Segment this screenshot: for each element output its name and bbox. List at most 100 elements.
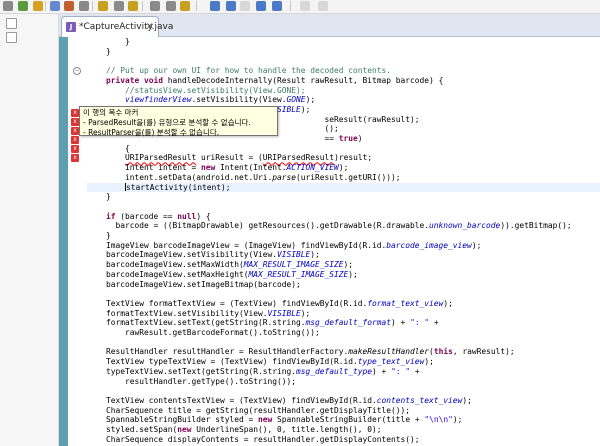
debug-icon[interactable] — [18, 1, 28, 11]
code-token: contents_text_view — [376, 395, 463, 405]
code-line[interactable]: ResultHandler resultHandler = ResultHand… — [87, 347, 600, 356]
code-token: ); — [300, 104, 311, 114]
code-token: MAX_RESULT_IMAGE_SIZE — [248, 269, 349, 279]
left-panel-strip — [0, 14, 59, 446]
code-line[interactable]: styled.setSpan(new UnderlineSpan(), 0, t… — [87, 425, 600, 434]
code-line[interactable]: CharSequence title = getString(resultHan… — [87, 406, 600, 415]
tab-title: *CaptureActivity.java — [79, 22, 174, 32]
forward-icon[interactable] — [272, 1, 282, 11]
code-line[interactable]: formatTextView.setVisibility(View.VISIBL… — [87, 309, 600, 318]
code-token: parse — [272, 172, 297, 182]
code-line[interactable]: URIParsedResult uriResult = (URIParsedRe… — [87, 153, 600, 162]
error-marker-icon[interactable]: x — [71, 109, 79, 117]
code-token: format_text_view — [367, 298, 444, 308]
code-line[interactable] — [87, 56, 600, 65]
code-line[interactable]: } — [87, 192, 600, 201]
code-token: barcodeImageView.setMaxHeight( — [87, 269, 249, 279]
code-line[interactable]: rawResult.getBarcodeFormat().toString())… — [87, 328, 600, 337]
tools-icon[interactable] — [33, 1, 43, 11]
toolbar-separator — [290, 1, 291, 11]
code-line[interactable]: barcodeImageView.setVisibility(View.VISI… — [87, 250, 600, 259]
error-marker-icon[interactable]: x — [71, 154, 79, 162]
pin-icon[interactable] — [114, 1, 124, 11]
code-line[interactable]: Intent intent = new Intent(Intent.ACTION… — [87, 163, 600, 172]
close-tab-icon[interactable]: ✕ — [146, 17, 154, 37]
code-token: ) — [357, 134, 363, 143]
toolbar-separator — [92, 1, 93, 11]
last-edit-icon[interactable] — [240, 1, 250, 11]
code-line[interactable]: resultHandler.getType().toString()); — [87, 377, 600, 386]
code-line[interactable]: } — [87, 37, 600, 46]
code-line[interactable] — [87, 202, 600, 211]
code-line[interactable]: barcodeImageView.setImageBitmap(barcode)… — [87, 280, 600, 289]
code-token: new — [201, 163, 216, 173]
collapse-icon[interactable] — [166, 1, 176, 11]
code-token: intent.setData(android.net.Uri. — [87, 172, 273, 182]
code-line[interactable]: typeTextView.setText(getString(R.string.… — [87, 367, 600, 376]
code-line[interactable]: startActivity(intent); — [87, 182, 600, 192]
code-token: TextView typeTextView = (TextView) findV… — [87, 357, 358, 367]
code-line[interactable]: formatTextView.setText(getString(R.strin… — [87, 318, 600, 327]
code-line[interactable]: } — [87, 47, 600, 56]
main-toolbar — [0, 0, 600, 14]
run-dropdown-icon[interactable] — [3, 1, 13, 11]
code-token: ); — [424, 357, 434, 367]
code-line[interactable]: intent.setData(android.net.Uri.parse(uri… — [87, 173, 600, 182]
nav-icon[interactable] — [300, 1, 310, 11]
next-annotation-icon[interactable] — [210, 1, 220, 11]
code-token: makeResultHandler — [348, 347, 430, 357]
annotation-icon[interactable] — [98, 1, 108, 11]
problem-tooltip: 이 행의 복수 마커 - ParsedResult을(를) 유형으로 분석할 수… — [79, 106, 278, 137]
code-line[interactable]: barcodeImageView.setMaxHeight(MAX_RESULT… — [87, 270, 600, 279]
restore-view-icon[interactable] — [6, 32, 17, 43]
code-line[interactable]: //statusView.setVisibility(View.GONE); — [87, 86, 600, 95]
search-icon[interactable] — [50, 1, 60, 11]
bookmark-icon[interactable] — [79, 1, 89, 11]
code-line[interactable]: TextView contentsTextView = (TextView) f… — [87, 396, 600, 405]
error-marker-icon[interactable]: x — [71, 145, 79, 153]
code-token: ); — [452, 415, 463, 425]
code-token: styled.setSpan( — [87, 425, 178, 434]
code-token: ) + — [372, 366, 392, 376]
code-token: } — [87, 192, 111, 202]
code-token: CharSequence title = getString(resultHan… — [87, 405, 411, 415]
tab-capture-activity[interactable]: J *CaptureActivity.java ✕ — [61, 16, 173, 37]
code-line[interactable] — [87, 338, 600, 347]
code-line[interactable]: viewfinderView.setVisibility(View.GONE); — [87, 95, 600, 104]
code-line[interactable]: SpannableStringBuilder styled = new Span… — [87, 415, 600, 424]
code-line[interactable]: { — [87, 144, 600, 153]
error-marker-icon[interactable]: x — [71, 136, 79, 144]
code-token: UnderlineSpan(), 0, title.length(), 0); — [191, 425, 382, 434]
code-line[interactable]: private void handleDecodeInternally(Resu… — [87, 76, 600, 85]
back-icon[interactable] — [256, 1, 266, 11]
code-line[interactable]: barcodeImageView.setMaxWidth(MAX_RESULT_… — [87, 260, 600, 269]
folder-icon[interactable] — [180, 1, 190, 11]
expand-icon[interactable] — [150, 1, 160, 11]
edit-icon[interactable] — [128, 1, 138, 11]
prev-annotation-icon[interactable] — [226, 1, 236, 11]
code-editor[interactable]: − x x x x x x } } // Put up our own UI f… — [59, 37, 600, 446]
code-line[interactable]: CharSequence displayContents = resultHan… — [87, 435, 600, 444]
code-line[interactable]: barcode = ((BitmapDrawable) getResources… — [87, 221, 600, 230]
code-line[interactable]: // Put up our own UI for how to handle t… — [87, 66, 600, 75]
fold-collapse-icon[interactable]: − — [73, 67, 81, 75]
nav-icon[interactable] — [318, 1, 328, 11]
open-type-icon[interactable] — [64, 1, 74, 11]
code-line[interactable] — [87, 386, 600, 395]
code-token: TextView contentsTextView = (TextView) f… — [87, 395, 377, 405]
code-line[interactable]: ImageView barcodeImageView = (ImageView)… — [87, 241, 600, 250]
code-line[interactable]: if (barcode == null) { — [87, 212, 600, 221]
code-line[interactable] — [87, 289, 600, 298]
code-line[interactable]: TextView typeTextView = (TextView) findV… — [87, 357, 600, 366]
error-marker-icon[interactable]: x — [71, 118, 79, 126]
code-text-area[interactable]: } } // Put up our own UI for how to hand… — [87, 37, 600, 446]
code-line[interactable]: } — [87, 231, 600, 240]
code-token: + — [429, 318, 439, 328]
error-marker-icon[interactable]: x — [71, 127, 79, 135]
code-line[interactable]: TextView formatTextView = (TextView) fin… — [87, 299, 600, 308]
minimize-view-icon[interactable] — [6, 18, 17, 29]
code-token: this — [433, 347, 453, 357]
code-token: , rawResult); — [452, 347, 515, 357]
